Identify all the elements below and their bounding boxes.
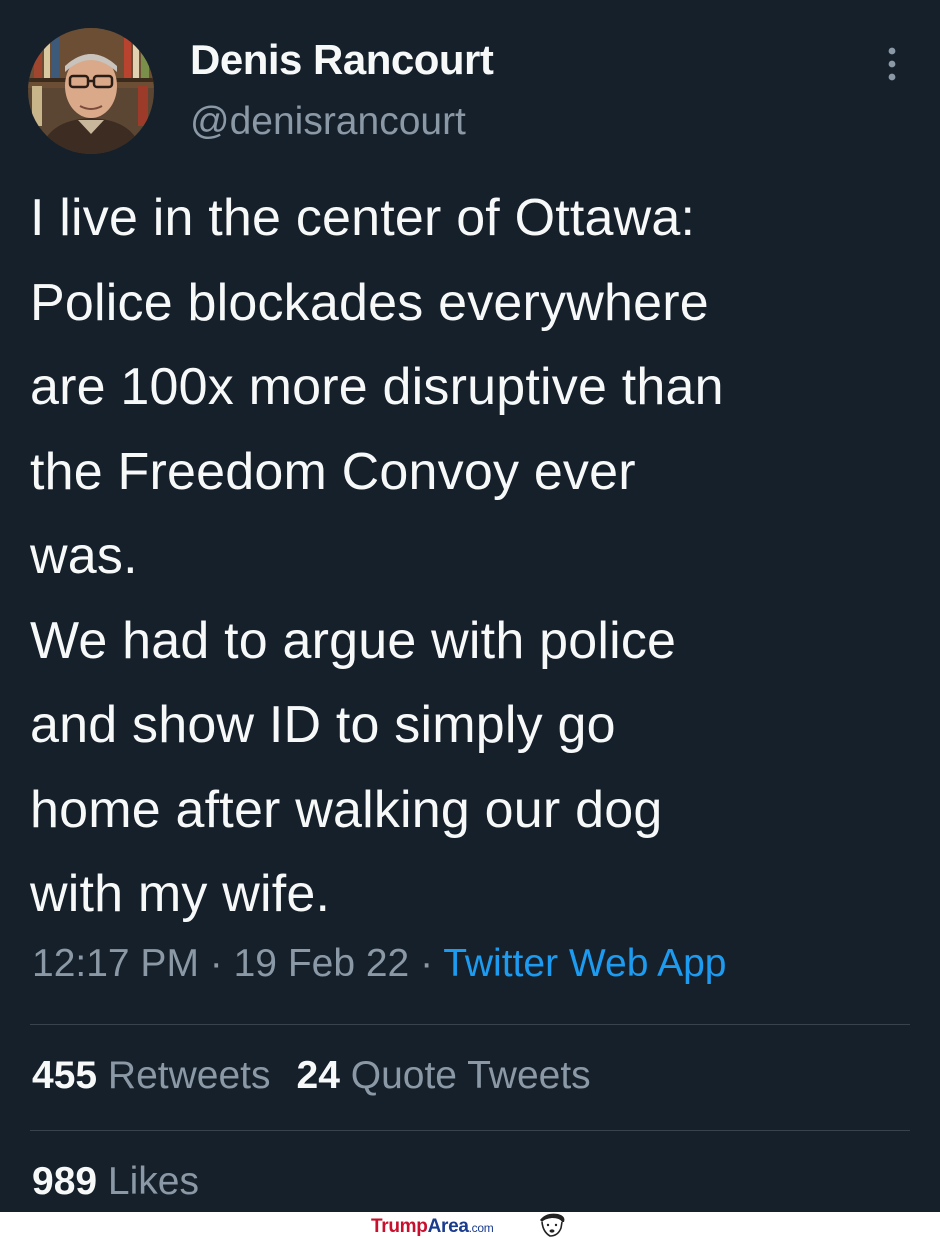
- display-name[interactable]: Denis Rancourt: [190, 36, 494, 84]
- meta-separator: ·: [198, 942, 234, 985]
- tweet-text-line: We had to argue with police: [30, 611, 677, 670]
- quote-tweets-label: Quote Tweets: [350, 1054, 591, 1097]
- tweet-text-line: with my wife.: [30, 865, 331, 923]
- divider: [30, 1024, 910, 1025]
- watermark-bar: TrumpArea.com: [0, 1212, 940, 1238]
- tweet-text-line: home after walking our dog: [30, 780, 663, 839]
- tweet-text-line: are 100x more disruptive than: [30, 358, 724, 416]
- tweet-metadata: 12:17 PM · 19 Feb 22 · Twitter Web App: [32, 942, 726, 986]
- watermark-face-icon: [540, 1213, 565, 1237]
- likes-stats: 989 Likes: [32, 1160, 199, 1204]
- tweet-text-line: and show ID to simply go: [30, 696, 616, 754]
- likes-stat[interactable]: 989 Likes: [32, 1160, 199, 1204]
- tweet-text-line: I live in the center of Ottawa:: [30, 189, 696, 247]
- quote-tweets-stat[interactable]: 24 Quote Tweets: [297, 1054, 591, 1098]
- engagement-stats: 455 Retweets 24 Quote Tweets: [32, 1054, 591, 1098]
- meta-separator: ·: [409, 942, 444, 985]
- watermark-logo: TrumpArea.com: [371, 1216, 494, 1238]
- tweet-text: I live in the center of Ottawa: Police b…: [30, 176, 910, 937]
- retweets-stat[interactable]: 455 Retweets: [32, 1054, 271, 1098]
- tweet-text-line: Police blockades everywhere: [30, 273, 709, 332]
- avatar-image: [28, 28, 154, 154]
- quote-tweets-count: 24: [296, 1054, 340, 1097]
- tweet-card: Denis Rancourt @denisrancourt I live in …: [0, 0, 940, 1212]
- more-vertical-icon: [888, 47, 896, 81]
- tweet-date[interactable]: 19 Feb 22: [234, 942, 410, 985]
- tweet-source-link[interactable]: Twitter Web App: [443, 942, 726, 985]
- more-options-button[interactable]: [872, 44, 912, 84]
- watermark-part: Area: [427, 1216, 469, 1237]
- avatar[interactable]: [28, 28, 154, 154]
- likes-label: Likes: [107, 1160, 199, 1203]
- likes-count: 989: [32, 1160, 98, 1203]
- tweet-text-line: was.: [30, 527, 138, 585]
- divider: [30, 1130, 910, 1131]
- watermark-part: Trump: [371, 1216, 428, 1237]
- watermark-part: .com: [468, 1221, 494, 1235]
- tweet-text-line: the Freedom Convoy ever: [30, 442, 636, 501]
- user-handle[interactable]: @denisrancourt: [190, 100, 466, 144]
- retweets-count: 455: [32, 1054, 98, 1097]
- retweets-label: Retweets: [107, 1054, 271, 1097]
- tweet-time[interactable]: 12:17 PM: [32, 942, 199, 985]
